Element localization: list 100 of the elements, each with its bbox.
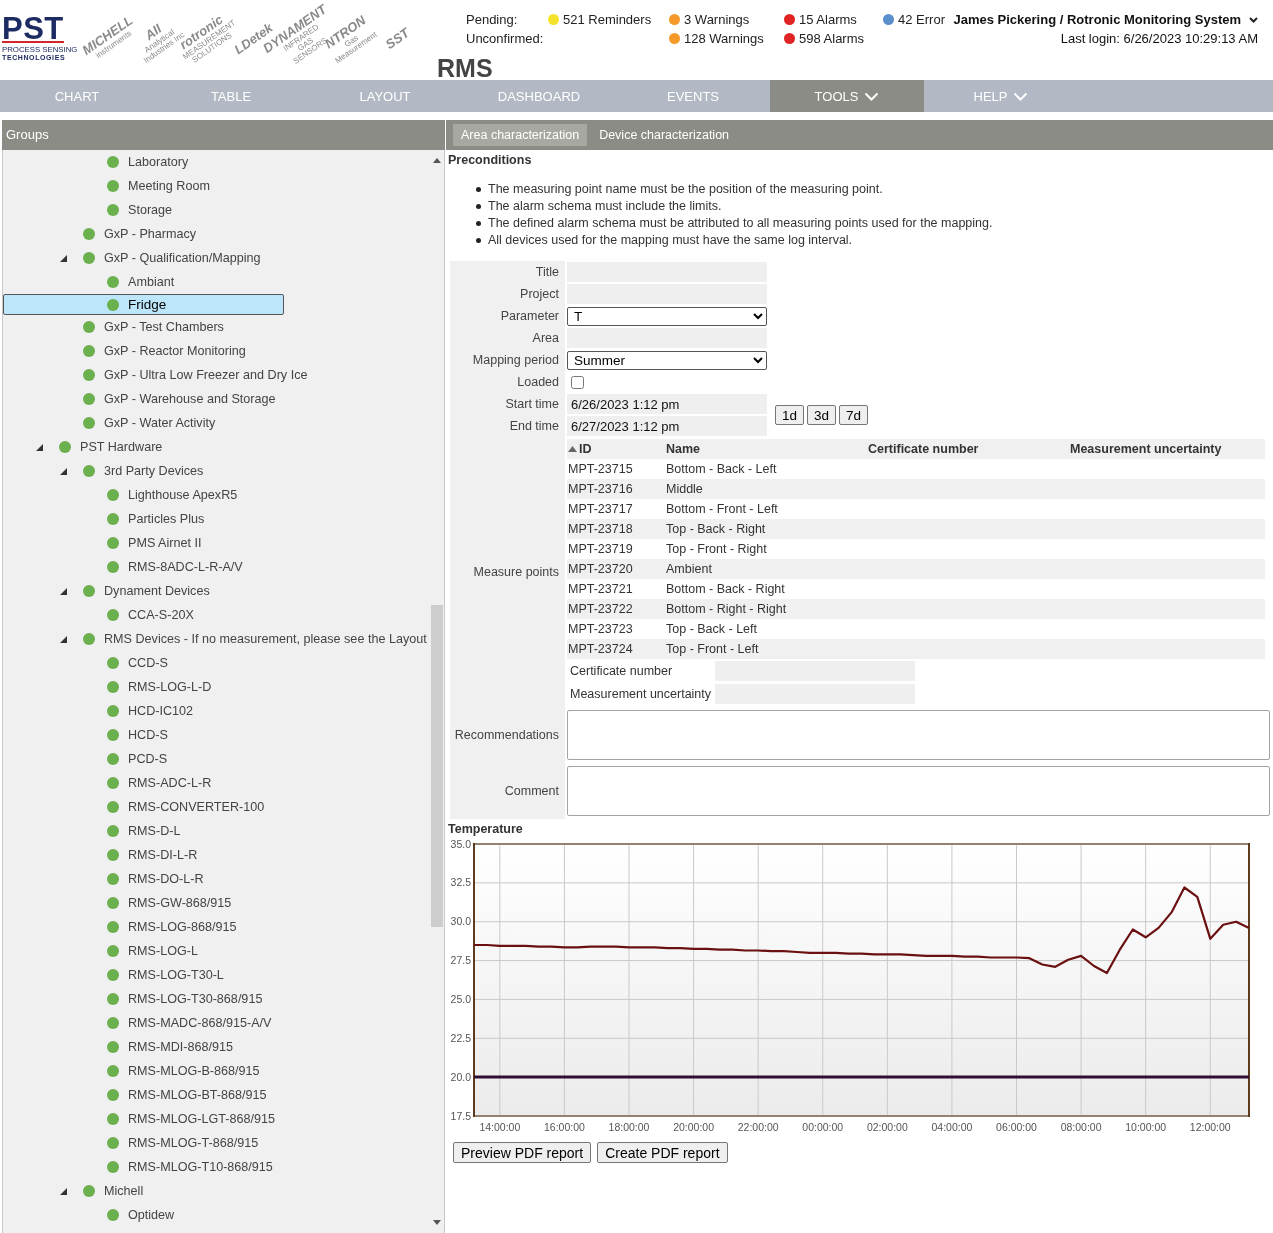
tree-item[interactable]: Michell	[4, 1179, 427, 1203]
column-header[interactable]: Measurement uncertainty	[1069, 442, 1265, 456]
select-field[interactable]: T	[567, 306, 767, 326]
report-button[interactable]: Create PDF report	[597, 1142, 728, 1163]
range-button[interactable]: 3d	[807, 405, 837, 425]
precondition-item: The alarm schema must include the limits.	[488, 198, 722, 215]
tree-item[interactable]: HCD-S	[4, 723, 427, 747]
tree-item[interactable]: RMS-DI-L-R	[4, 843, 427, 867]
status-dot-icon	[59, 441, 71, 453]
status-count[interactable]: 598 Alarms	[799, 31, 865, 46]
table-row[interactable]: MPT-23720 Ambient	[567, 559, 1265, 579]
tree-item[interactable]: HCD-IC102	[4, 699, 427, 723]
status-dot-icon	[107, 1089, 119, 1101]
status-count[interactable]: 3 Warnings	[684, 12, 750, 27]
tree-item[interactable]: RMS-MLOG-LGT-868/915	[4, 1107, 427, 1131]
tree-item[interactable]: GxP - Qualification/Mapping	[4, 246, 427, 270]
axis-tick-label: 17.5	[450, 1109, 471, 1122]
tree-item[interactable]: GxP - Reactor Monitoring	[4, 339, 427, 363]
tree-item[interactable]: RMS-MADC-868/915-A/V	[4, 1011, 427, 1035]
triangle-icon[interactable]	[59, 1187, 67, 1195]
table-cell-text: MPT-23724	[567, 642, 634, 656]
status-count[interactable]: 15 Alarms	[799, 12, 857, 27]
tree-item[interactable]: Lighthouse ApexR5	[4, 483, 427, 507]
table-row[interactable]: MPT-23724 Top - Front - Left	[567, 639, 1265, 659]
table-row[interactable]: MPT-23719 Top - Front - Right	[567, 539, 1265, 559]
range-button[interactable]: 7d	[839, 405, 869, 425]
tree-item[interactable]: GxP - Ultra Low Freezer and Dry Ice	[4, 363, 427, 387]
tree-item[interactable]: RMS-8ADC-L-R-A/V	[4, 555, 427, 579]
triangle-icon[interactable]	[59, 635, 67, 643]
tree-item[interactable]: GxP - Pharmacy	[4, 222, 427, 246]
tree-item[interactable]: RMS-CONVERTER-100	[4, 795, 427, 819]
tree-item[interactable]: Laboratory	[4, 150, 427, 174]
column-header[interactable]: Name	[665, 442, 867, 456]
tree-item[interactable]: RMS-LOG-T30-L	[4, 963, 427, 987]
tree-item[interactable]: RMS-DO-L-R	[4, 867, 427, 891]
tree-item[interactable]: RMS-LOG-T30-868/915	[4, 987, 427, 1011]
bullet-icon	[476, 238, 481, 243]
scrollbar-thumb[interactable]	[431, 605, 443, 927]
field-label: Comment	[504, 784, 559, 798]
table-row[interactable]: MPT-23718 Top - Back - Right	[567, 519, 1265, 539]
tree-item[interactable]: RMS-LOG-L	[4, 939, 427, 963]
table-row[interactable]: MPT-23723 Top - Back - Left	[567, 619, 1265, 639]
chevron-down-icon[interactable]	[1249, 16, 1258, 23]
status-dot-icon	[107, 276, 119, 288]
triangle-icon[interactable]	[35, 443, 43, 451]
table-row[interactable]: MPT-23721 Bottom - Back - Right	[567, 579, 1265, 599]
date-field[interactable]: 6/27/2023 1:12 pm	[567, 416, 767, 436]
tree-item[interactable]: RMS-MLOG-T-868/915	[4, 1131, 427, 1155]
axis-tick-label: 16:00:00	[544, 1121, 585, 1133]
table-row[interactable]: MPT-23715 Bottom - Back - Left	[567, 459, 1265, 479]
triangle-icon[interactable]	[59, 467, 67, 475]
select-field[interactable]: Summer	[567, 350, 767, 370]
tree-item[interactable]: PCD-S	[4, 747, 427, 771]
table-row[interactable]: MPT-23716 Middle	[567, 479, 1265, 499]
tree-item[interactable]: RMS-MLOG-T10-868/915	[4, 1155, 427, 1179]
tree-item[interactable]: Particles Plus	[4, 507, 427, 531]
bullet-icon	[476, 187, 481, 192]
report-button[interactable]: Preview PDF report	[453, 1142, 592, 1163]
tree-item[interactable]: GxP - Water Activity	[4, 411, 427, 435]
partner-logo-name: SST	[383, 26, 413, 52]
tree-item[interactable]: RMS-ADC-L-R	[4, 771, 427, 795]
tree-item[interactable]: Dynament Devices	[4, 579, 427, 603]
column-header[interactable]: ID	[567, 442, 665, 456]
triangle-icon[interactable]	[59, 254, 67, 262]
tree-item[interactable]: RMS-GW-868/915	[4, 891, 427, 915]
tree-item[interactable]: CCD-S	[4, 651, 427, 675]
tree-item[interactable]: PST Hardware	[4, 435, 427, 459]
column-header[interactable]: Certificate number	[867, 442, 1069, 456]
tree-item[interactable]: 3rd Party Devices	[4, 459, 427, 483]
tree-item[interactable]: GxP - Warehouse and Storage	[4, 387, 427, 411]
status-dot-icon	[107, 1065, 119, 1077]
status-count[interactable]: 128 Warnings	[684, 31, 764, 46]
checkbox[interactable]	[571, 375, 584, 389]
tree-item[interactable]: GxP - Test Chambers	[4, 315, 427, 339]
status-count[interactable]: 521 Reminders	[563, 12, 652, 27]
tree-item[interactable]: RMS-MLOG-BT-868/915	[4, 1083, 427, 1107]
tree-item[interactable]: Meeting Room	[4, 174, 427, 198]
date-field[interactable]: 6/26/2023 1:12 pm	[567, 394, 767, 414]
user-menu[interactable]: James Pickering / Rotronic Monitoring System	[953, 10, 1241, 29]
tree-item[interactable]: RMS-D-L	[4, 819, 427, 843]
tree-item[interactable]: CCA-S-20X	[4, 603, 427, 627]
scroll-up-icon[interactable]	[433, 158, 441, 163]
tree-item[interactable]: RMS-MDI-868/915	[4, 1035, 427, 1059]
status-count[interactable]: 42 Error	[898, 12, 945, 27]
tree-item[interactable]: Optidew	[4, 1203, 427, 1227]
tree-item[interactable]: Fridge	[3, 294, 284, 315]
table-row[interactable]: MPT-23722 Bottom - Right - Right	[567, 599, 1265, 619]
tree-item[interactable]: RMS-MLOG-B-868/915	[4, 1059, 427, 1083]
tree-item[interactable]: Storage	[4, 198, 427, 222]
tree-item[interactable]: RMS Devices - If no measurement, please see the Layout	[4, 627, 427, 651]
tree-item[interactable]: PMS Airnet II	[4, 531, 427, 555]
range-button[interactable]: 1d	[775, 405, 805, 425]
scroll-down-icon[interactable]	[433, 1220, 441, 1225]
status-dot-icon	[107, 180, 119, 192]
tree-item[interactable]: RMS-LOG-L-D	[4, 675, 427, 699]
tree-item[interactable]: RMS-LOG-868/915	[4, 915, 427, 939]
status-dot-icon	[107, 729, 119, 741]
table-row[interactable]: MPT-23717 Bottom - Front - Left	[567, 499, 1265, 519]
triangle-icon[interactable]	[59, 587, 67, 595]
tree-item[interactable]: Ambiant	[4, 270, 427, 294]
